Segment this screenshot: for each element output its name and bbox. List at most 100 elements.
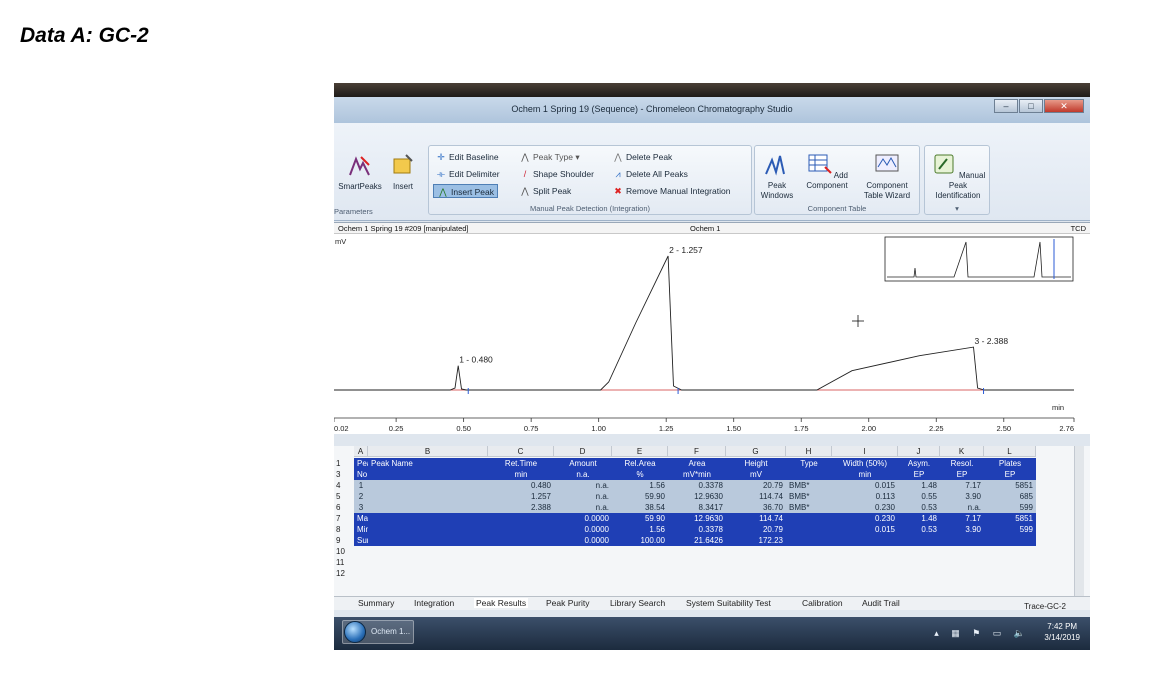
cell-summary[interactable]: Maximum [354,513,392,524]
cell-summary[interactable]: 114.74 [726,513,786,524]
cell-data[interactable]: 7.17 [940,480,984,491]
cell-summary[interactable] [488,535,554,546]
cell-data[interactable]: n.a. [940,502,984,513]
manual-peak-identification-button[interactable]: Manual Peak Identification [927,152,989,201]
component-table-wizard-button[interactable]: Component Table Wizard [857,152,917,201]
cell-data[interactable] [368,480,488,491]
tab-integration[interactable]: Integration [414,598,454,608]
cell-summary[interactable] [786,535,832,546]
remove-manual-integration-button[interactable]: ✖ Remove Manual Integration [612,184,730,198]
cell-summary[interactable]: 599 [984,524,1036,535]
tab-calibration[interactable]: Calibration [802,598,843,608]
cell-data[interactable]: 0.113 [832,491,898,502]
cell-summary[interactable]: Sum [354,535,373,546]
cell-data[interactable]: 685 [984,491,1036,502]
cell-data[interactable]: 2.388 [488,502,554,513]
delete-peak-button[interactable]: ⋀ Delete Peak [612,150,672,164]
system-clock[interactable]: 7:42 PM 3/14/2019 [1044,621,1080,643]
cell-summary[interactable] [898,535,940,546]
cell-summary[interactable]: 0.230 [832,513,898,524]
cell-summary[interactable] [832,535,898,546]
tab-summary[interactable]: Summary [358,598,394,608]
split-peak-button[interactable]: ⋀ Split Peak [519,184,571,198]
cell-summary[interactable] [368,513,488,524]
cell-summary[interactable]: 172.23 [726,535,786,546]
peak-type-button[interactable]: ⋀ Peak Type ▾ [519,150,579,164]
tab-peak-results[interactable]: Peak Results [474,598,529,608]
cell-data[interactable]: 1 [354,480,368,491]
delete-all-peaks-button[interactable]: ⩘ Delete All Peaks [612,167,687,181]
cell-data[interactable]: BMB* [786,491,832,502]
cell-summary[interactable]: 7.17 [940,513,984,524]
cell-data[interactable]: 1.257 [488,491,554,502]
cell-data[interactable]: 0.015 [832,480,898,491]
minimize-button[interactable]: – [994,99,1018,113]
shape-shoulder-button[interactable]: / Shape Shoulder [519,167,594,181]
cell-data[interactable]: BMB* [786,480,832,491]
cell-summary[interactable]: 21.6426 [668,535,726,546]
cell-data[interactable]: 20.79 [726,480,786,491]
insert-peak-button[interactable]: ⋀ Insert Peak [433,184,498,198]
cell-summary[interactable]: 0.0000 [554,535,612,546]
cell-summary[interactable] [786,513,832,524]
cell-summary[interactable] [368,535,488,546]
cell-data[interactable]: 3 [354,502,368,513]
cell-data[interactable] [368,502,488,513]
vertical-scrollbar[interactable] [1074,446,1084,596]
cell-data[interactable]: 12.9630 [668,491,726,502]
cell-summary[interactable] [368,524,488,535]
taskbar-item-chromeleon[interactable]: Ochem 1... [342,620,414,644]
cell-data[interactable] [368,491,488,502]
cell-data[interactable]: 599 [984,502,1036,513]
cell-summary[interactable] [488,524,554,535]
cell-summary[interactable]: 20.79 [726,524,786,535]
cell-data[interactable]: 0.480 [488,480,554,491]
peak-windows-button[interactable]: Peak Windows [757,152,797,201]
cell-summary[interactable]: 0.0000 [554,513,612,524]
cell-summary[interactable] [786,524,832,535]
cell-data[interactable]: n.a. [554,491,612,502]
cell-summary[interactable]: 12.9630 [668,513,726,524]
close-button[interactable]: ✕ [1044,99,1084,113]
tab-peak-purity[interactable]: Peak Purity [546,598,589,608]
insert-button[interactable]: Insert [386,153,420,192]
tab-audit-trail[interactable]: Audit Trail [862,598,900,608]
cell-summary[interactable]: 59.90 [612,513,668,524]
cell-summary[interactable]: 0.015 [832,524,898,535]
system-tray[interactable]: ▴ ▦ ⚑ ▭ 🔈 [934,628,1030,639]
cell-summary[interactable]: 1.56 [612,524,668,535]
cell-data[interactable]: 1.56 [612,480,668,491]
cell-data[interactable]: 1.48 [898,480,940,491]
cell-data[interactable]: 2 [354,491,368,502]
cell-data[interactable]: n.a. [554,480,612,491]
tab-library-search[interactable]: Library Search [610,598,665,608]
cell-data[interactable]: 114.74 [726,491,786,502]
smartpeaks-button[interactable]: SmartPeaks [336,153,384,192]
chromatogram-plot[interactable]: mV min 0.02 0.25 0.50 0.75 1.00 1.25 1.50 1.75 2… [334,234,1090,435]
manual-id-dropdown-icon[interactable]: ▾ [925,204,989,213]
cell-summary[interactable]: 100.00 [612,535,668,546]
tab-system-suitability-test[interactable]: System Suitability Test [686,598,771,608]
cell-data[interactable]: 0.53 [898,502,940,513]
cell-summary[interactable] [488,513,554,524]
cell-data[interactable]: 0.230 [832,502,898,513]
cell-summary[interactable]: 0.0000 [554,524,612,535]
cell-summary[interactable]: 0.53 [898,524,940,535]
cell-data[interactable]: 8.3417 [668,502,726,513]
cell-data[interactable]: n.a. [554,502,612,513]
maximize-button[interactable]: □ [1019,99,1043,113]
cell-summary[interactable]: 0.3378 [668,524,726,535]
cell-data[interactable]: 38.54 [612,502,668,513]
edit-baseline-button[interactable]: ✛ Edit Baseline [435,150,498,164]
cell-data[interactable]: BMB* [786,502,832,513]
cell-summary[interactable]: 1.48 [898,513,940,524]
cell-data[interactable]: 5851 [984,480,1036,491]
cell-data[interactable]: 59.90 [612,491,668,502]
cell-data[interactable]: 3.90 [940,491,984,502]
start-button[interactable] [344,621,366,643]
cell-summary[interactable] [940,535,984,546]
cell-summary[interactable]: Minimum [354,524,389,535]
cell-data[interactable]: 0.55 [898,491,940,502]
cell-summary[interactable]: 5851 [984,513,1036,524]
edit-delimiter-button[interactable]: ⟛ Edit Delimiter [435,167,500,181]
